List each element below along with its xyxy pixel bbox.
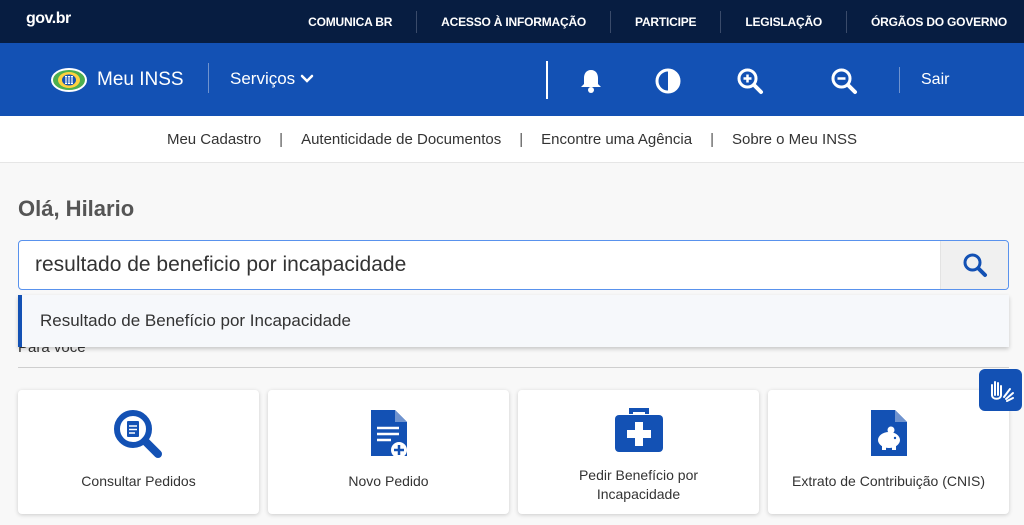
medical-kit-icon bbox=[613, 404, 665, 456]
govbr-link-orgaos[interactable]: ÓRGÃOS DO GOVERNO bbox=[847, 15, 1024, 29]
libras-accessibility-button[interactable] bbox=[979, 369, 1022, 411]
subnav-encontre-agencia[interactable]: Encontre uma Agência bbox=[541, 131, 692, 148]
card-novo-pedido[interactable]: Novo Pedido bbox=[268, 390, 509, 514]
new-document-icon bbox=[369, 408, 409, 460]
card-pedir-beneficio-incapacidade[interactable]: Pedir Benefício por Incapacidade bbox=[518, 390, 759, 514]
govbr-link-comunica[interactable]: COMUNICA BR bbox=[284, 15, 416, 29]
divider bbox=[18, 367, 1009, 368]
card-label: Novo Pedido bbox=[348, 473, 429, 489]
search-icon bbox=[963, 253, 987, 277]
govbr-top-bar: gov.br COMUNICA BR ACESSO À INFORMAÇÃO P… bbox=[0, 0, 1024, 43]
search-box bbox=[18, 240, 1009, 290]
piggy-bank-document-icon bbox=[869, 408, 909, 460]
divider bbox=[208, 63, 209, 93]
chevron-down-icon bbox=[300, 74, 314, 83]
card-label: Pedir Benefício por Incapacidade bbox=[578, 467, 699, 502]
servicos-menu-button[interactable]: Serviços bbox=[230, 69, 314, 89]
subnav-meu-cadastro[interactable]: Meu Cadastro bbox=[167, 131, 261, 148]
card-label: Extrato de Contribuição (CNIS) bbox=[792, 473, 985, 489]
greeting: Olá, Hilario bbox=[18, 196, 135, 221]
contrast-icon[interactable] bbox=[654, 67, 682, 95]
search-document-icon bbox=[113, 408, 165, 460]
card-extrato-cnis[interactable]: Extrato de Contribuição (CNIS) bbox=[768, 390, 1009, 514]
govbr-logo[interactable]: gov.br bbox=[26, 10, 71, 28]
subnav-autenticidade[interactable]: Autenticidade de Documentos bbox=[301, 131, 501, 148]
govbr-link-legislacao[interactable]: LEGISLAÇÃO bbox=[721, 15, 846, 29]
search-suggestion[interactable]: Resultado de Benefício por Incapacidade bbox=[18, 295, 1009, 347]
govbr-link-acesso-informacao[interactable]: ACESSO À INFORMAÇÃO bbox=[417, 15, 610, 29]
hands-sign-language-icon bbox=[990, 381, 1014, 402]
logout-button[interactable]: Sair bbox=[921, 71, 949, 89]
divider: | bbox=[710, 130, 714, 148]
zoom-in-icon[interactable] bbox=[736, 67, 764, 95]
card-consultar-pedidos[interactable]: Consultar Pedidos bbox=[18, 390, 259, 514]
govbr-link-participe[interactable]: PARTICIPE bbox=[611, 15, 720, 29]
subnav-sobre[interactable]: Sobre o Meu INSS bbox=[732, 131, 857, 148]
inss-header: Meu INSS Serviços Sair bbox=[0, 43, 1024, 116]
search-button[interactable] bbox=[940, 241, 1008, 289]
divider: | bbox=[519, 130, 524, 148]
brand-name: Meu INSS bbox=[97, 69, 184, 90]
zoom-out-icon[interactable] bbox=[830, 67, 858, 95]
inss-logo-icon bbox=[51, 68, 87, 92]
govbr-links: COMUNICA BR ACESSO À INFORMAÇÃO PARTICIP… bbox=[284, 0, 1024, 43]
bell-icon[interactable] bbox=[577, 67, 605, 95]
search-input[interactable] bbox=[19, 241, 939, 289]
servicos-label: Serviços bbox=[230, 69, 296, 88]
divider bbox=[899, 67, 900, 93]
brand-home-link[interactable]: Meu INSS bbox=[50, 67, 184, 93]
card-label: Consultar Pedidos bbox=[81, 473, 196, 489]
divider: | bbox=[279, 130, 284, 148]
divider bbox=[546, 61, 548, 99]
sub-navigation: Meu Cadastro | Autenticidade de Document… bbox=[0, 116, 1024, 163]
